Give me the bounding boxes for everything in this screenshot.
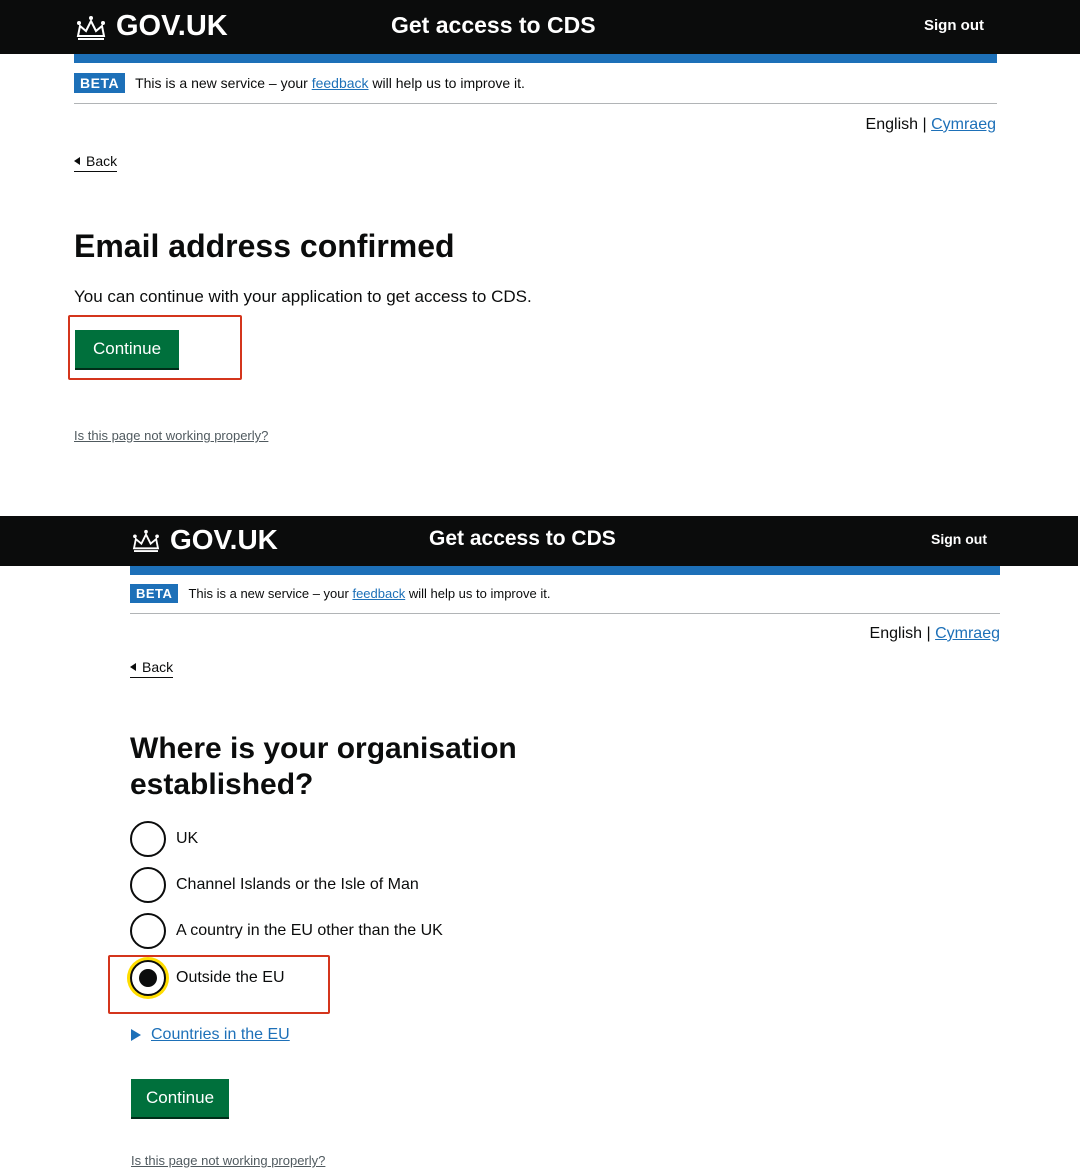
radio-option-uk[interactable]: UK (130, 821, 198, 857)
logo-text: GOV.UK (116, 10, 228, 42)
radio-input-eu-country[interactable] (130, 913, 166, 949)
language-english: English (865, 116, 919, 133)
phase-banner: BETA This is a new service – your feedba… (74, 73, 525, 93)
screenshot-organisation-location: GOV.UK Get access to CDS Sign out BETA T… (0, 516, 1080, 1168)
sign-out-link[interactable]: Sign out (924, 17, 984, 34)
divider (130, 613, 1000, 614)
beta-tag: BETA (130, 584, 179, 603)
details-summary-label[interactable]: Countries in the EU (151, 1026, 290, 1044)
govuk-logo-link[interactable]: GOV.UK (74, 10, 228, 43)
report-problem-link[interactable]: Is this page not working properly? (74, 428, 268, 443)
feedback-link[interactable]: feedback (352, 586, 405, 601)
site-header: GOV.UK Get access to CDS Sign out (0, 0, 1080, 54)
radio-input-channel-islands[interactable] (130, 867, 166, 903)
govuk-logo-link[interactable]: GOV.UK (130, 524, 278, 556)
header-underline (74, 54, 997, 63)
site-header: GOV.UK Get access to CDS Sign out (0, 516, 1078, 566)
back-arrow-icon (74, 157, 80, 165)
continue-button[interactable]: Continue (75, 330, 179, 368)
radio-input-uk[interactable] (130, 821, 166, 857)
beta-tag: BETA (74, 73, 126, 93)
phase-text: This is a new service – your feedback wi… (188, 586, 550, 601)
back-label: Back (142, 659, 174, 675)
triangle-right-icon (131, 1029, 141, 1041)
divider (74, 103, 997, 104)
language-cymraeg-link[interactable]: Cymraeg (931, 116, 996, 133)
service-name[interactable]: Get access to CDS (429, 527, 616, 551)
radio-label-eu-country[interactable]: A country in the EU other than the UK (176, 922, 443, 940)
feedback-link[interactable]: feedback (312, 75, 369, 91)
crown-icon (76, 15, 106, 40)
language-cymraeg-link[interactable]: Cymraeg (935, 625, 1000, 642)
service-name[interactable]: Get access to CDS (391, 12, 596, 39)
continue-button[interactable]: Continue (131, 1079, 229, 1117)
language-separator: | (922, 116, 927, 133)
back-label: Back (86, 153, 118, 169)
phase-text-after: will help us to improve it. (368, 75, 525, 91)
page-title: Where is your organisation established? (130, 732, 517, 801)
report-problem-link[interactable]: Is this page not working properly? (131, 1153, 325, 1168)
language-separator: | (926, 625, 931, 642)
radio-option-eu-country[interactable]: A country in the EU other than the UK (130, 913, 443, 949)
details-countries-in-eu[interactable]: Countries in the EU (131, 1026, 290, 1044)
language-switcher: English | Cymraeg (866, 116, 996, 134)
phase-banner: BETA This is a new service – your feedba… (130, 584, 550, 603)
back-link[interactable]: Back (74, 153, 118, 172)
radio-label-channel-islands[interactable]: Channel Islands or the Isle of Man (176, 876, 419, 894)
back-arrow-icon (130, 663, 136, 671)
phase-text-before: This is a new service – your (135, 75, 312, 91)
phase-text-before: This is a new service – your (188, 586, 353, 601)
phase-text-after: will help us to improve it. (405, 586, 551, 601)
language-english: English (869, 625, 923, 642)
body-text: You can continue with your application t… (74, 287, 532, 306)
header-underline (130, 566, 1000, 575)
page-title: Email address confirmed (74, 228, 455, 264)
screenshot-email-confirmed: GOV.UK Get access to CDS Sign out BETA T… (0, 0, 1080, 480)
highlight-box (108, 955, 330, 1014)
phase-text: This is a new service – your feedback wi… (135, 75, 525, 91)
crown-icon (132, 529, 160, 552)
radio-label-uk[interactable]: UK (176, 830, 198, 848)
radio-option-channel-islands[interactable]: Channel Islands or the Isle of Man (130, 867, 419, 903)
logo-text: GOV.UK (170, 524, 278, 555)
back-link[interactable]: Back (130, 659, 174, 678)
sign-out-link[interactable]: Sign out (931, 531, 987, 547)
language-switcher: English | Cymraeg (870, 625, 1000, 643)
